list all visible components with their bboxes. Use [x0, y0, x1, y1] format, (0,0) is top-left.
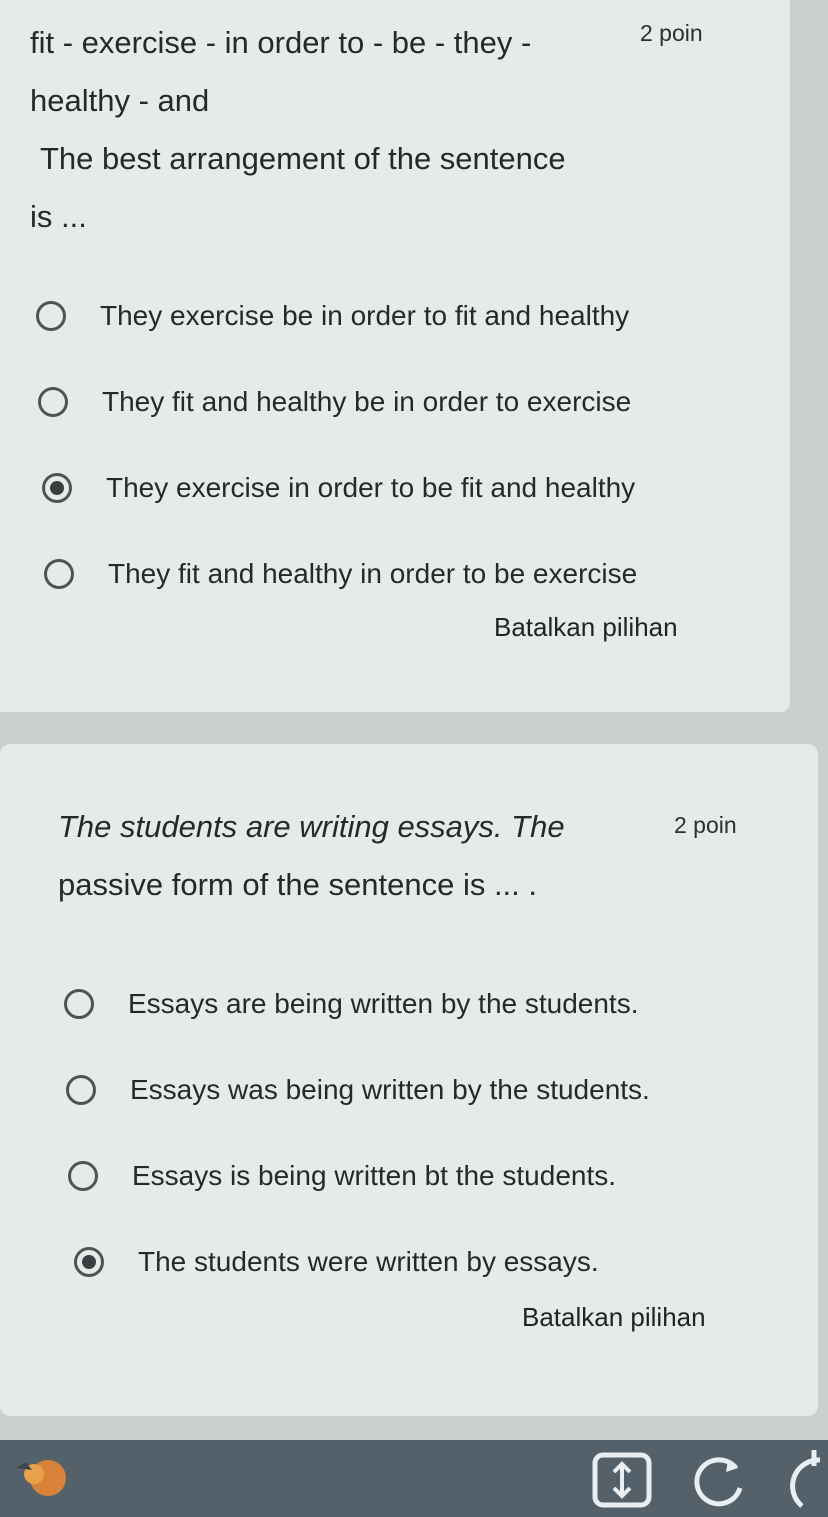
points-label: 2 poin — [640, 20, 703, 46]
option-4[interactable]: They fit and healthy in order to be exer… — [44, 544, 637, 604]
radio-button-selected[interactable] — [74, 1247, 104, 1277]
radio-button[interactable] — [38, 387, 68, 417]
option-3[interactable]: Essays is being written bt the students. — [68, 1146, 616, 1206]
radio-button[interactable] — [64, 989, 94, 1019]
question-card-2: The students are writing essays. The pas… — [0, 744, 818, 1416]
radio-button[interactable] — [36, 301, 66, 331]
question-text-line: The best arrangement of the sentence — [40, 141, 566, 176]
option-label: Essays are being written by the students… — [128, 988, 639, 1019]
option-label: They exercise be in order to fit and hea… — [100, 300, 630, 331]
option-1[interactable]: Essays are being written by the students… — [64, 974, 639, 1034]
radio-button[interactable] — [68, 1161, 98, 1191]
points-label: 2 poin — [674, 812, 737, 838]
clear-selection-button[interactable]: Batalkan pilihan — [522, 1302, 706, 1333]
refresh-icon[interactable] — [780, 1444, 828, 1517]
option-label: Essays was being written by the students… — [130, 1074, 650, 1105]
clear-selection-button[interactable]: Batalkan pilihan — [494, 612, 678, 643]
radio-button[interactable] — [44, 559, 74, 589]
option-label: Essays is being written bt the students. — [132, 1160, 617, 1191]
option-2[interactable]: They fit and healthy be in order to exer… — [38, 372, 631, 432]
option-label: They fit and healthy in order to be exer… — [108, 558, 638, 589]
option-1[interactable]: They exercise be in order to fit and hea… — [36, 286, 629, 346]
radio-button-selected[interactable] — [42, 473, 72, 503]
question-text-line: passive form of the sentence is ... . — [58, 867, 538, 902]
question-text: The students are writing essays. The pas… — [58, 798, 618, 914]
question-card-1: fit - exercise - in order to - be - they… — [0, 0, 790, 712]
option-2[interactable]: Essays was being written by the students… — [66, 1060, 650, 1120]
question-text-line: healthy - and — [30, 83, 210, 118]
question-text-line: fit - exercise - in order to - be - they… — [30, 25, 532, 60]
question-text-line: The students are writing essays. The — [58, 809, 565, 844]
bottom-bar — [0, 1440, 828, 1517]
option-label: They exercise in order to be fit and hea… — [106, 472, 636, 503]
app-icon[interactable] — [12, 1454, 76, 1503]
question-text: fit - exercise - in order to - be - they… — [30, 14, 620, 246]
radio-button[interactable] — [66, 1075, 96, 1105]
scroll-icon[interactable] — [592, 1452, 652, 1513]
rotate-icon[interactable] — [690, 1450, 750, 1515]
option-label: The students were written by essays. — [138, 1246, 599, 1277]
question-text-line: is ... — [30, 199, 87, 234]
option-4[interactable]: The students were written by essays. — [74, 1232, 599, 1292]
option-label: They fit and healthy be in order to exer… — [102, 386, 632, 417]
option-3[interactable]: They exercise in order to be fit and hea… — [42, 458, 635, 518]
